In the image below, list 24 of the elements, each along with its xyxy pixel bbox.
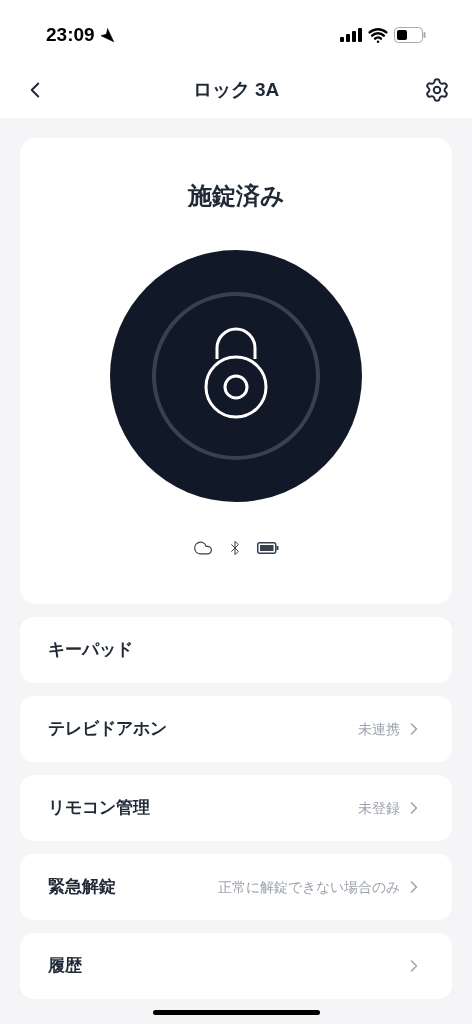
menu-label: テレビドアホン: [48, 718, 167, 741]
wifi-icon: [368, 25, 388, 45]
signal-icon: [340, 28, 362, 42]
battery-icon: [257, 542, 279, 554]
battery-icon: [394, 27, 426, 43]
menu-row[interactable]: 履歴: [20, 933, 452, 999]
settings-button[interactable]: [424, 77, 450, 103]
menu-row[interactable]: キーパッド: [20, 617, 452, 683]
menu-label: 履歴: [48, 955, 82, 978]
menu-label: 緊急解錠: [48, 876, 116, 899]
menu-row[interactable]: 緊急解錠 正常に解錠できない場合のみ: [20, 854, 452, 920]
menu-value: 未登録: [358, 798, 400, 818]
menu-row[interactable]: リモコン管理 未登録: [20, 775, 452, 841]
page-title: ロック 3A: [192, 77, 280, 102]
menu-label: リモコン管理: [48, 797, 150, 820]
settings-icon: [424, 77, 450, 103]
lock-status: 施錠済み: [187, 181, 285, 211]
menu-row[interactable]: テレビドアホン 未連携: [20, 696, 452, 762]
location-arrow-icon: [98, 27, 115, 43]
menu-value: 未連携: [358, 719, 400, 739]
status-time: 23:09: [46, 22, 95, 47]
padlock-icon: [151, 291, 321, 461]
menu-value: 正常に解錠できない場合のみ: [218, 877, 400, 897]
menu-label: キーパッド: [48, 639, 133, 662]
